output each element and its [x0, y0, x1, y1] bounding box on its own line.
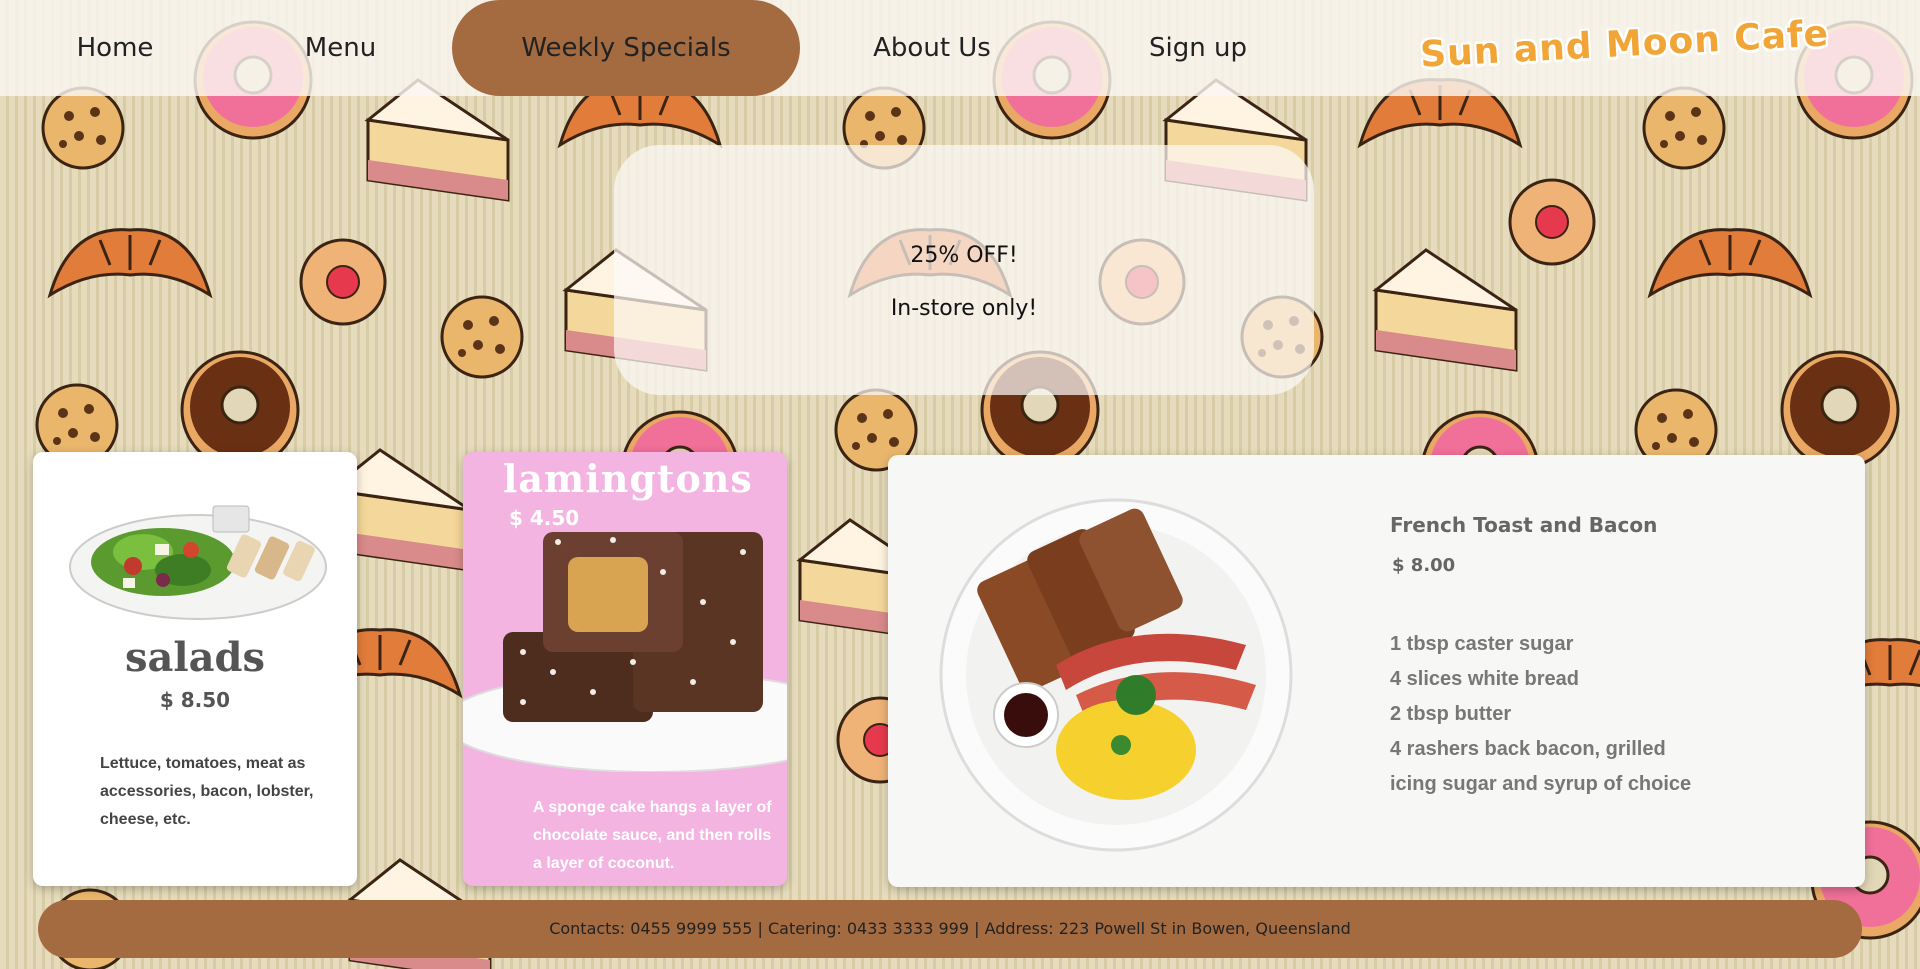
- salad-card[interactable]: salads $ 8.50 Lettuce, tomatoes, meat as…: [33, 452, 357, 886]
- contact-footer: Contacts: 0455 9999 555 | Catering: 0433…: [38, 900, 1862, 958]
- lamingtons-card[interactable]: lamingtons $ 4.50 A sponge cake hangs a …: [463, 452, 787, 886]
- ingredient-item: icing sugar and syrup of choice: [1390, 773, 1692, 795]
- ingredient-item: 2 tbsp butter: [1390, 703, 1512, 725]
- nav-menu[interactable]: Menu: [283, 0, 398, 96]
- ingredient-item: 4 rashers back bacon, grilled: [1390, 738, 1666, 760]
- salad-plate-image: [69, 505, 327, 620]
- french-toast-ingredients: 1 tbsp caster sugar 4 slices white bread…: [1390, 627, 1691, 802]
- nav-weekly-specials[interactable]: Weekly Specials: [452, 0, 800, 96]
- lamingtons-price: $ 4.50: [509, 506, 580, 530]
- salad-title: salads: [124, 634, 266, 681]
- french-toast-title: French Toast and Bacon: [1390, 513, 1658, 537]
- french-toast-price: $ 8.00: [1392, 555, 1456, 576]
- salad-description: Lettuce, tomatoes, meat as accessories, …: [100, 755, 314, 828]
- top-navigation-bar: Home Menu Weekly Specials About Us Sign …: [0, 0, 1920, 96]
- lamingtons-title: lamingtons: [503, 456, 753, 501]
- promo-discount-text: 25% OFF!: [910, 243, 1018, 268]
- salad-price: $ 8.50: [159, 688, 231, 712]
- french-toast-plate-image: [939, 498, 1293, 852]
- ingredient-item: 4 slices white bread: [1390, 668, 1579, 690]
- promo-instore-text: In-store only!: [890, 296, 1038, 321]
- lamingtons-image: [463, 532, 787, 772]
- weekly-promo-banner: 25% OFF! In-store only!: [614, 145, 1314, 395]
- french-toast-card[interactable]: French Toast and Bacon $ 8.00 1 tbsp cas…: [888, 455, 1865, 887]
- nav-sign-up[interactable]: Sign up: [1133, 0, 1263, 96]
- lamingtons-description: A sponge cake hangs a layer of chocolate…: [533, 799, 772, 872]
- nav-home[interactable]: Home: [60, 0, 170, 96]
- cafe-logo[interactable]: Sun and Moon Cafe: [1419, 13, 1830, 75]
- nav-about-us[interactable]: About Us: [862, 0, 1002, 96]
- ingredient-item: 1 tbsp caster sugar: [1390, 633, 1574, 655]
